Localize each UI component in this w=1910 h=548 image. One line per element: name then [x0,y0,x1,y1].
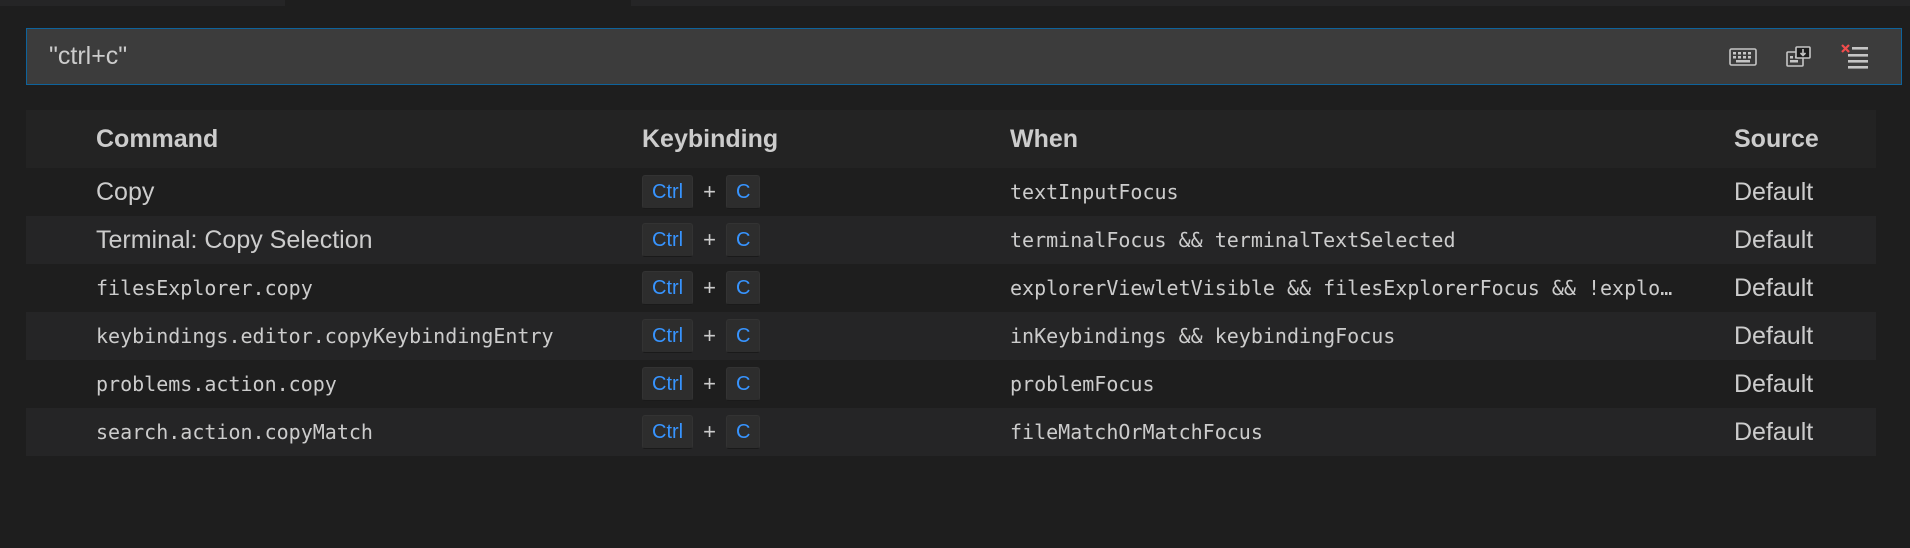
source-cell: Default [1734,177,1814,206]
command-cell: problems.action.copy [96,372,337,396]
table-row[interactable]: filesExplorer.copy Ctrl + CexplorerViewletV… [26,264,1876,312]
keycap: C [725,175,761,209]
column-header-keybinding[interactable]: Keybinding [642,125,1002,154]
keybinding-plus: + [703,371,716,396]
keybinding-plus: + [703,419,716,444]
source-cell: Default [1734,321,1814,350]
active-tab[interactable] [285,0,631,6]
keybindings-search-box [26,28,1902,85]
record-keys-icon[interactable] [1727,41,1759,73]
when-cell: fileMatchOrMatchFocus [1010,420,1263,444]
when-cell: inKeybindings && keybindingFocus [1010,324,1396,348]
when-cell: terminalFocus && terminalTextSelected [1010,228,1456,252]
keycap: C [725,319,761,353]
table-row[interactable]: Terminal: Copy Selection Ctrl + CterminalFo… [26,216,1876,264]
table-row[interactable]: search.action.copyMatch Ctrl + CfileMatchOr… [26,408,1876,456]
table-row[interactable]: keybindings.editor.copyKeybindingEntry Ct… [26,312,1876,360]
command-cell: Terminal: Copy Selection [96,225,373,254]
editor-tab-bar [0,0,1910,6]
keybinding-cell[interactable]: Ctrl + C [642,223,1002,257]
keybinding-plus: + [703,323,716,348]
keybinding-cell[interactable]: Ctrl + C [642,415,1002,449]
table-row[interactable]: Copy Ctrl + CtextInputFocus Default [26,168,1876,216]
table-header-row: Command Keybinding When Source [26,110,1876,168]
keycap: Ctrl [642,415,694,449]
source-cell: Default [1734,273,1814,302]
command-cell: filesExplorer.copy [96,276,313,300]
keybinding-plus: + [703,179,716,204]
keycap: Ctrl [642,319,694,353]
keybindings-search-input[interactable] [27,29,1727,84]
keycap: Ctrl [642,223,694,257]
keybinding-cell[interactable]: Ctrl + C [642,271,1002,305]
clear-search-icon[interactable] [1839,41,1871,73]
when-cell: problemFocus [1010,372,1155,396]
keybinding-cell[interactable]: Ctrl + C [642,175,1002,209]
source-cell: Default [1734,225,1814,254]
command-cell: search.action.copyMatch [96,420,373,444]
sort-by-precedence-icon[interactable] [1783,41,1815,73]
keycap: Ctrl [642,175,694,209]
source-cell: Default [1734,417,1814,446]
command-cell: Copy [96,177,155,206]
column-header-when[interactable]: When [1010,125,1742,154]
keycap: Ctrl [642,271,694,305]
keycap: C [725,271,761,305]
keybinding-plus: + [703,227,716,252]
column-header-source[interactable]: Source [1734,125,1874,154]
keycap: C [725,223,761,257]
keybinding-cell[interactable]: Ctrl + C [642,367,1002,401]
keybinding-plus: + [703,275,716,300]
source-cell: Default [1734,369,1814,398]
command-cell: keybindings.editor.copyKeybindingEntry [96,324,554,348]
table-body: Copy Ctrl + CtextInputFocus Default Terminal:… [26,168,1876,456]
when-cell: textInputFocus [1010,180,1179,204]
keybinding-cell[interactable]: Ctrl + C [642,319,1002,353]
search-actions [1727,41,1901,73]
keycap: C [725,415,761,449]
keybindings-table: Command Keybinding When Source Copy Ctrl +… [26,110,1876,456]
keycap: C [725,367,761,401]
table-row[interactable]: problems.action.copy Ctrl + CproblemFocus De… [26,360,1876,408]
column-header-command[interactable]: Command [96,125,656,154]
keycap: Ctrl [642,367,694,401]
when-cell: explorerViewletVisible && filesExplorerF… [1010,276,1673,300]
